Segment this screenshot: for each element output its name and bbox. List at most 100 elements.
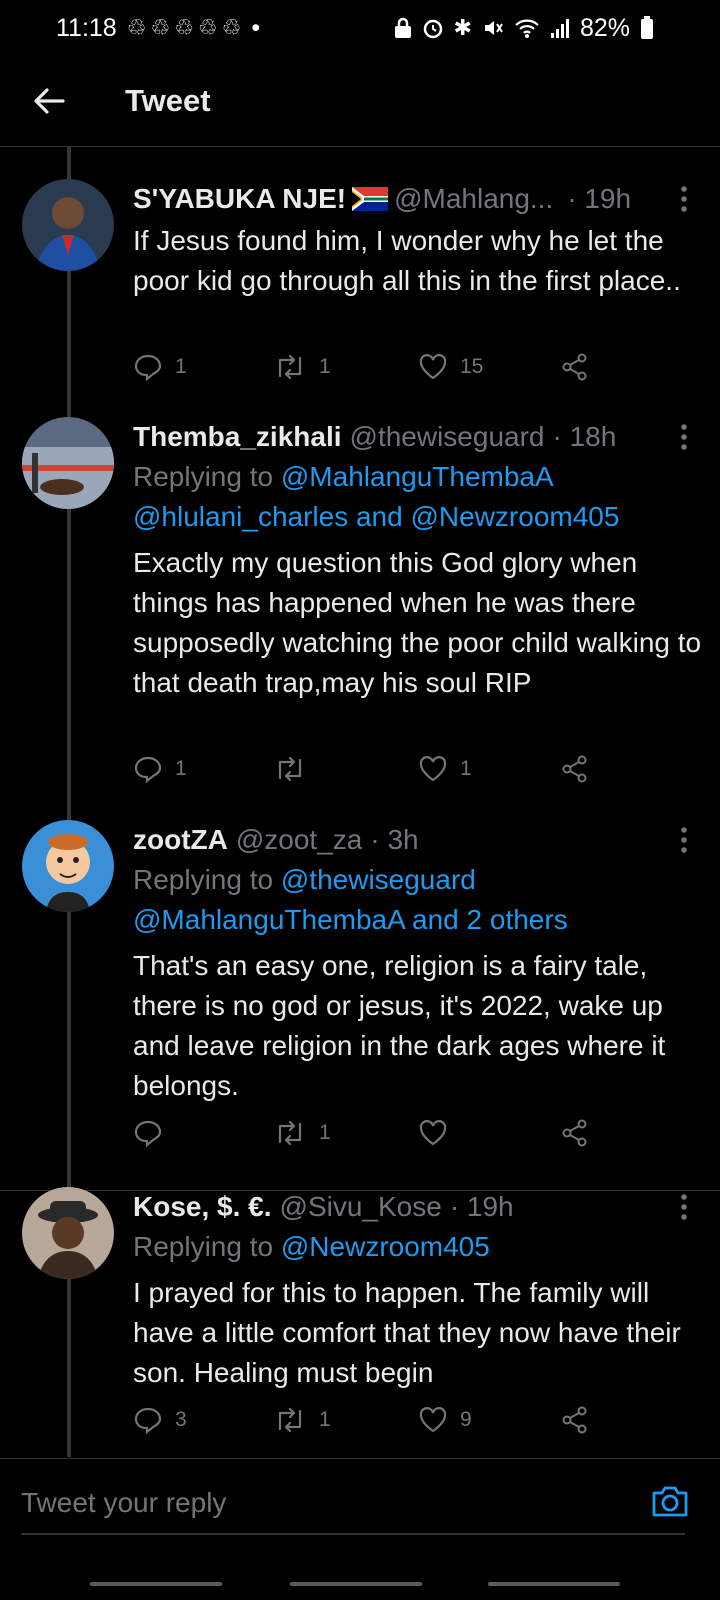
reply-count: 1 — [175, 757, 187, 780]
retweet-count: 1 — [319, 1121, 331, 1144]
mention-link[interactable]: @hlulani_charles and @Newzroom405 — [133, 497, 703, 537]
replying-to-label: Replying to — [133, 1231, 274, 1262]
share-icon — [562, 1406, 587, 1434]
status-time: 11:18 — [56, 13, 117, 42]
comment-icon — [134, 1407, 162, 1434]
retweet-icon — [278, 1407, 302, 1433]
reply-input[interactable]: Tweet your reply — [21, 1481, 621, 1525]
mention-link[interactable]: @thewiseguard — [281, 864, 476, 895]
author-name[interactable]: zootZA — [133, 824, 228, 856]
more-options-icon[interactable] — [680, 423, 688, 451]
retweet-button[interactable] — [273, 756, 319, 782]
tweet-time: · 19h — [567, 183, 632, 214]
tweet-header: S'YABUKA NJE! @Mahlang... · 19h — [133, 179, 703, 219]
retweet-count: 1 — [319, 1408, 331, 1431]
retweet-count: 1 — [319, 355, 331, 378]
tweet-time: · 3h — [370, 824, 419, 855]
status-bar: 11:18 ♲ ♲ ♲ ♲ ♲ • ✱ 82% — [0, 0, 720, 56]
retweet-button[interactable]: 1 — [273, 354, 331, 380]
author-name[interactable]: Kose, $. €. — [133, 1191, 272, 1223]
tweet-text: That's an easy one, religion is a fairy … — [133, 950, 666, 1101]
camera-icon[interactable] — [650, 1481, 690, 1521]
avatar[interactable] — [22, 179, 114, 271]
alarm-icon — [423, 19, 442, 39]
nav-home-button[interactable] — [290, 1582, 422, 1586]
avatar[interactable] — [22, 820, 114, 912]
recycle-icon: ♲ — [150, 15, 171, 40]
lock-icon — [394, 17, 411, 38]
comment-icon — [134, 354, 162, 381]
status-dot: • — [251, 13, 261, 42]
recycle-icon: ♲ — [221, 15, 242, 40]
share-button[interactable] — [561, 1406, 589, 1434]
share-button[interactable] — [561, 755, 589, 783]
retweet-icon — [278, 1120, 302, 1146]
share-icon — [562, 1119, 587, 1147]
tweet-actions: 1 1 — [133, 749, 603, 789]
tweet-actions: 1 — [133, 1113, 603, 1153]
author-handle[interactable]: @Mahlang... — [394, 183, 553, 215]
reply-count: 3 — [175, 1408, 187, 1431]
like-button[interactable]: 9 — [418, 1406, 472, 1434]
like-button[interactable]: 15 — [418, 353, 483, 381]
retweet-button[interactable]: 1 — [273, 1120, 331, 1146]
battery-percent: 82% — [579, 13, 630, 42]
author-handle[interactable]: @thewiseguard — [350, 421, 545, 453]
back-button[interactable] — [21, 73, 77, 129]
tweet-header: Themba_zikhali @thewiseguard · 18h — [133, 417, 703, 457]
reply-button[interactable]: 1 — [133, 353, 187, 381]
more-options-icon[interactable] — [680, 826, 688, 854]
reply-composer: Tweet your reply — [0, 1458, 720, 1549]
replying-to-label: Replying to — [133, 461, 274, 492]
like-button[interactable] — [418, 1119, 460, 1147]
heart-icon — [419, 1120, 447, 1146]
avatar[interactable] — [22, 417, 114, 509]
author-name[interactable]: S'YABUKA NJE! — [133, 183, 346, 215]
signal-icon — [550, 19, 569, 38]
page-title: Tweet — [125, 83, 211, 118]
share-icon — [562, 755, 587, 783]
retweet-icon — [278, 756, 302, 782]
author-name[interactable]: Themba_zikhali — [133, 421, 342, 453]
notification-icons: ♲ ♲ ♲ ♲ ♲ — [127, 15, 242, 41]
tweet-actions: 3 1 9 — [133, 1400, 603, 1440]
author-handle[interactable]: @zoot_za — [236, 824, 363, 856]
battery-icon — [641, 16, 653, 39]
share-button[interactable] — [561, 353, 589, 381]
tweet-time: · 19h — [449, 1191, 514, 1222]
tweet-time: · 18h — [552, 421, 617, 452]
reply-input-underline — [21, 1533, 685, 1535]
mention-link[interactable]: @Newzroom405 — [281, 1231, 490, 1262]
tweet-text: Exactly my question this God glory when … — [133, 547, 702, 698]
author-handle[interactable]: @Sivu_Kose — [280, 1191, 442, 1223]
more-options-icon[interactable] — [680, 1193, 688, 1221]
mention-link[interactable]: @MahlanguThembaA and 2 others — [133, 900, 703, 940]
heart-icon — [419, 354, 447, 380]
mute-icon — [484, 21, 503, 35]
tweet-text: If Jesus found him, I wonder why he let … — [133, 225, 681, 296]
reply-count: 1 — [175, 355, 187, 378]
nav-back-button[interactable] — [488, 1582, 620, 1586]
heart-icon — [419, 756, 447, 782]
reply-button[interactable] — [133, 1119, 175, 1147]
replying-to: Replying to @Newzroom405 — [133, 1227, 703, 1267]
replying-to-label: Replying to — [133, 864, 274, 895]
reply-button[interactable]: 3 — [133, 1406, 187, 1434]
replying-to: Replying to @MahlanguThembaA — [133, 457, 703, 497]
mention-link[interactable]: @MahlanguThembaA — [281, 461, 554, 492]
share-icon — [562, 353, 587, 381]
heart-icon — [419, 1407, 447, 1433]
like-count: 9 — [460, 1408, 472, 1431]
tweet-text: I prayed for this to happen. The family … — [133, 1277, 681, 1388]
more-options-icon[interactable] — [680, 185, 688, 213]
like-button[interactable]: 1 — [418, 755, 472, 783]
south-africa-flag-icon — [352, 187, 389, 211]
tweet-header: Kose, $. €. @Sivu_Kose · 19h — [133, 1187, 703, 1227]
share-button[interactable] — [561, 1119, 589, 1147]
top-bar: Tweet — [0, 56, 720, 147]
nav-recents-button[interactable] — [90, 1582, 222, 1586]
recycle-icon: ♲ — [197, 15, 218, 40]
avatar[interactable] — [22, 1187, 114, 1279]
retweet-button[interactable]: 1 — [273, 1407, 331, 1433]
reply-button[interactable]: 1 — [133, 755, 187, 783]
